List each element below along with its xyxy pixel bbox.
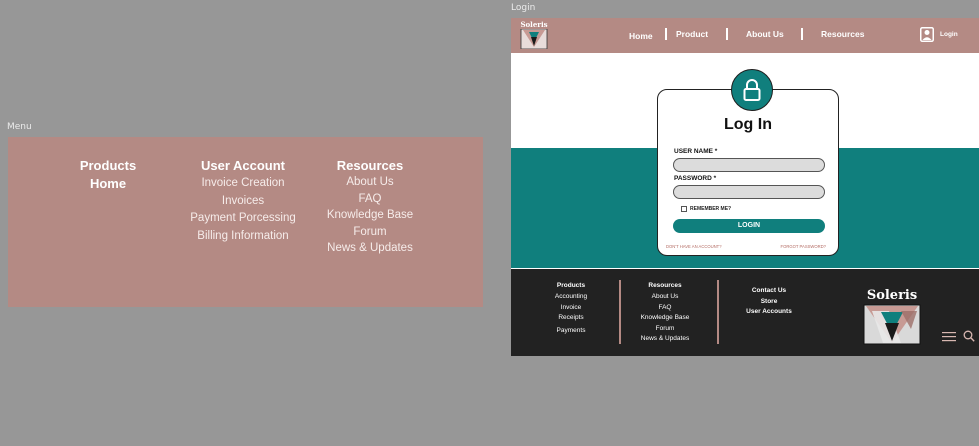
menu-frame-label: Menu (7, 122, 32, 132)
footer-heading-products[interactable]: Products (546, 282, 596, 289)
footer-divider (619, 280, 621, 344)
remember-me-label: REMEMBER ME? (690, 206, 732, 212)
header-login-label: Login (940, 31, 958, 38)
menu-item-invoice-creation[interactable]: Invoice Creation (188, 175, 298, 193)
nav-product[interactable]: Product (676, 29, 708, 39)
footer-logo[interactable]: Soleris (861, 288, 923, 347)
menu-panel: Products Home User Account Invoice Creat… (8, 137, 483, 307)
menu-item-knowledge-base[interactable]: Knowledge Base (320, 207, 420, 224)
menu-item-about-us[interactable]: About Us (320, 174, 420, 191)
menu-item-home[interactable]: Home (68, 176, 148, 191)
footer-link-invoice[interactable]: Invoice (546, 303, 596, 314)
nav-home[interactable]: Home (629, 31, 653, 41)
nav-divider (726, 28, 728, 40)
footer-link-accounting[interactable]: Accounting (546, 292, 596, 303)
search-icon[interactable] (963, 330, 975, 342)
footer-link-user-accounts[interactable]: User Accounts (739, 307, 799, 318)
login-frame-label: Login (511, 3, 536, 13)
footer-link-knowledge-base[interactable]: Knowledge Base (635, 313, 695, 324)
menu-item-invoices[interactable]: Invoices (188, 193, 298, 211)
login-button[interactable]: LOGIN (673, 219, 825, 233)
lock-badge (731, 69, 773, 111)
nav-divider (665, 28, 667, 40)
footer-link-store[interactable]: Store (739, 297, 799, 308)
login-title: Log In (724, 116, 772, 133)
lock-icon (743, 79, 761, 101)
nav-resources[interactable]: Resources (821, 29, 864, 39)
remember-me[interactable]: REMEMBER ME? (681, 206, 731, 212)
header-logo-mark (520, 28, 548, 50)
nav-about-us[interactable]: About Us (746, 29, 784, 39)
menu-item-payment-processing[interactable]: Payment Porcessing (188, 210, 298, 228)
footer-link-payments[interactable]: Payments (546, 326, 596, 337)
menu-column-products: Products Home (68, 158, 148, 191)
forgot-password-link[interactable]: FORGOT PASSWORD? (781, 244, 826, 249)
menu-heading-resources[interactable]: Resources (320, 158, 420, 173)
login-card: Log In USER NAME * PASSWORD * REMEMBER M… (657, 89, 839, 256)
footer-column-products: Products Accounting Invoice Receipts Pay… (546, 282, 596, 336)
menu-item-faq[interactable]: FAQ (320, 191, 420, 208)
footer-link-receipts[interactable]: Receipts (546, 313, 596, 324)
footer-link-news-updates[interactable]: News & Updates (635, 334, 695, 345)
header-logo[interactable]: Soleris (520, 20, 548, 50)
login-page: Soleris Home Product About Us Resources … (511, 18, 979, 356)
password-input[interactable] (673, 185, 825, 199)
hamburger-menu-icon[interactable] (942, 332, 956, 342)
username-input[interactable] (673, 158, 825, 172)
user-icon (920, 27, 934, 42)
header-logo-text: Soleris (520, 20, 548, 29)
footer-link-faq[interactable]: FAQ (635, 303, 695, 314)
menu-heading-user-account[interactable]: User Account (188, 158, 298, 173)
remember-me-checkbox[interactable] (681, 206, 687, 212)
menu-heading-products[interactable]: Products (68, 158, 148, 173)
site-footer: Products Accounting Invoice Receipts Pay… (511, 269, 979, 356)
footer-logo-text: Soleris (866, 288, 918, 303)
username-label: USER NAME * (674, 148, 718, 155)
menu-column-user-account: User Account Invoice Creation Invoices P… (188, 158, 298, 245)
footer-link-about-us[interactable]: About Us (635, 292, 695, 303)
footer-heading-resources[interactable]: Resources (635, 282, 695, 289)
nav-divider (801, 28, 803, 40)
menu-column-resources: Resources About Us FAQ Knowledge Base Fo… (320, 158, 420, 257)
header-login-link[interactable]: Login (920, 27, 958, 42)
menu-item-forum[interactable]: Forum (320, 224, 420, 241)
footer-column-contact: Contact Us Store User Accounts (739, 286, 799, 318)
menu-item-news-updates[interactable]: News & Updates (320, 240, 420, 257)
footer-divider (717, 280, 719, 344)
footer-link-forum[interactable]: Forum (635, 324, 695, 335)
signup-link[interactable]: DON'T HAVE AN ACCOUNT? (666, 244, 722, 249)
footer-link-contact-us[interactable]: Contact Us (739, 286, 799, 297)
footer-column-resources: Resources About Us FAQ Knowledge Base Fo… (635, 282, 695, 345)
password-label: PASSWORD * (674, 175, 717, 182)
menu-item-billing-information[interactable]: Billing Information (188, 228, 298, 246)
site-header: Soleris Home Product About Us Resources … (511, 18, 979, 53)
